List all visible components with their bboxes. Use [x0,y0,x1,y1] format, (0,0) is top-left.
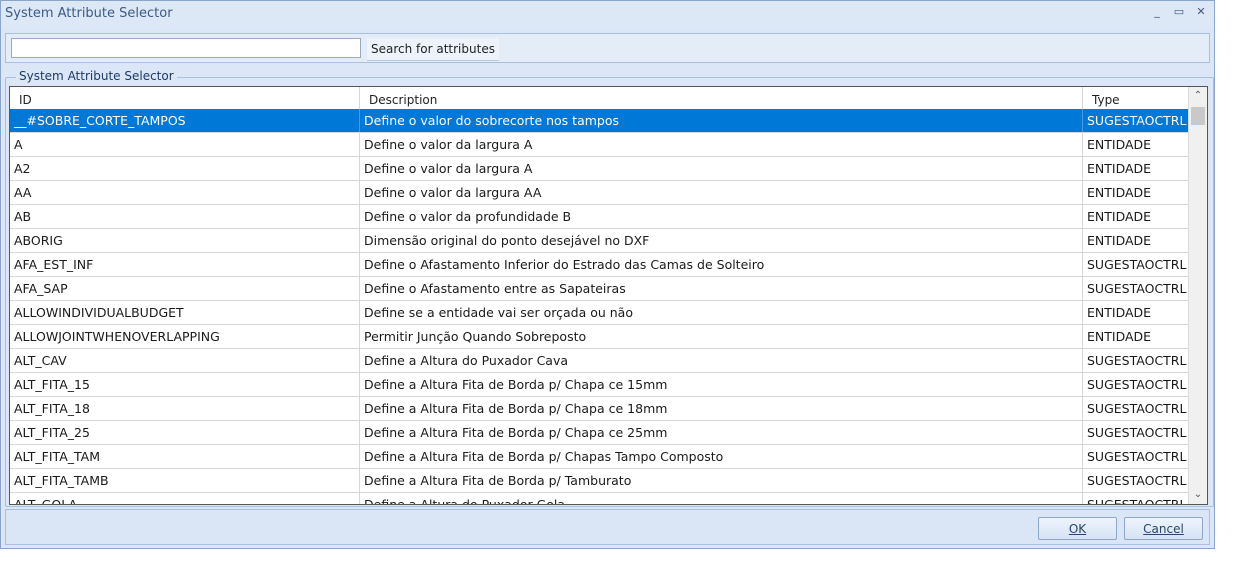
search-button[interactable]: Search for attributes [367,38,499,61]
scroll-up-icon[interactable]: ⌃ [1189,87,1207,105]
column-header-id[interactable]: ID [10,87,360,109]
table-row[interactable]: ALT_GOLA Define a Altura do Puxador Gola S… [10,493,1190,504]
vertical-scrollbar[interactable]: ⌃ ⌄ [1188,87,1207,504]
grid-rows: __#SOBRE_CORTE_TAMPOS Define o valor do s… [10,109,1190,504]
cell-id: ALLOWINDIVIDUALBUDGET [10,301,360,324]
cell-description: Dimensão original do ponto desejável no … [360,229,1083,252]
cell-id: AA [10,181,360,204]
restore-button[interactable]: ▭ [1172,4,1186,20]
close-button[interactable]: ✕ [1194,4,1208,20]
dialog-footer: OK Cancel [5,509,1210,545]
cell-description: Define o Afastamento Inferior do Estrado… [360,253,1083,276]
table-row[interactable]: ALLOWINDIVIDUALBUDGET Define se a entidad… [10,301,1190,325]
scroll-thumb[interactable] [1191,107,1205,125]
cell-description: Define a Altura do Puxador Gola [360,493,1083,504]
window-controls: _ ▭ ✕ [1150,4,1208,20]
cell-id: AFA_EST_INF [10,253,360,276]
cell-description: Define o valor da largura AA [360,181,1083,204]
table-row[interactable]: A2 Define o valor da largura A ENTIDADE [10,157,1190,181]
cell-type: SUGESTAOCTRL [1083,421,1190,444]
table-row[interactable]: ABORIG Dimensão original do ponto desejáv… [10,229,1190,253]
cell-type: ENTIDADE [1083,301,1190,324]
cell-id: ALLOWJOINTWHENOVERLAPPING [10,325,360,348]
cell-description: Define a Altura Fita de Borda p/ Chapas … [360,445,1083,468]
cell-description: Define a Altura Fita de Borda p/ Tambura… [360,469,1083,492]
table-row[interactable]: ALT_FITA_18 Define a Altura Fita de Borda… [10,397,1190,421]
cell-id: ALT_CAV [10,349,360,372]
cell-description: Define o valor do sobrecorte nos tampos [360,109,1083,132]
cell-id: ALT_FITA_TAM [10,445,360,468]
cell-description: Define se a entidade vai ser orçada ou n… [360,301,1083,324]
cell-type: SUGESTAOCTRL [1083,373,1190,396]
table-row[interactable]: AB Define o valor da profundidade B ENTIDA… [10,205,1190,229]
cell-description: Define o valor da largura A [360,133,1083,156]
table-row[interactable]: AFA_SAP Define o Afastamento entre as Sap… [10,277,1190,301]
cell-id: ALT_GOLA [10,493,360,504]
cell-type: ENTIDADE [1083,205,1190,228]
table-row[interactable]: ALT_FITA_25 Define a Altura Fita de Borda… [10,421,1190,445]
cell-id: AFA_SAP [10,277,360,300]
cancel-button[interactable]: Cancel [1124,517,1203,540]
cell-type: ENTIDADE [1083,157,1190,180]
cell-type: SUGESTAOCTRL [1083,397,1190,420]
cell-id: A2 [10,157,360,180]
cell-id: AB [10,205,360,228]
cell-type: ENTIDADE [1083,229,1190,252]
ok-button[interactable]: OK [1038,517,1117,540]
grid-header: ID Description Type [10,87,1190,110]
cell-type: SUGESTAOCTRL [1083,349,1190,372]
cell-type: SUGESTAOCTRL [1083,253,1190,276]
cell-id: ALT_FITA_TAMB [10,469,360,492]
column-header-description[interactable]: Description [360,87,1083,109]
cell-id: __#SOBRE_CORTE_TAMPOS [10,109,360,132]
table-row[interactable]: AA Define o valor da largura AA ENTIDADE [10,181,1190,205]
cell-type: SUGESTAOCTRL [1083,109,1190,132]
cell-id: ALT_FITA_25 [10,421,360,444]
cell-description: Define o Afastamento entre as Sapateiras [360,277,1083,300]
table-row[interactable]: A Define o valor da largura A ENTIDADE [10,133,1190,157]
cell-description: Define o valor da profundidade B [360,205,1083,228]
cell-type: SUGESTAOCTRL [1083,445,1190,468]
cell-type: ENTIDADE [1083,181,1190,204]
table-row[interactable]: ALT_FITA_TAMB Define a Altura Fita de Bor… [10,469,1190,493]
scroll-down-icon[interactable]: ⌄ [1189,486,1207,504]
cell-type: SUGESTAOCTRL [1083,493,1190,504]
table-row[interactable]: ALT_FITA_15 Define a Altura Fita de Borda… [10,373,1190,397]
title-bar: System Attribute Selector _ ▭ ✕ [1,1,1214,27]
cell-id: A [10,133,360,156]
cell-id: ALT_FITA_18 [10,397,360,420]
table-row[interactable]: ALT_FITA_TAM Define a Altura Fita de Bord… [10,445,1190,469]
cell-type: ENTIDADE [1083,133,1190,156]
cell-description: Define a Altura Fita de Borda p/ Chapa c… [360,397,1083,420]
cell-description: Define a Altura Fita de Borda p/ Chapa c… [360,421,1083,444]
table-row[interactable]: ALLOWJOINTWHENOVERLAPPING Permitir Junção… [10,325,1190,349]
search-bar: Search for attributes [5,33,1210,63]
attribute-grid: ID Description Type __#SOBRE_CORTE_TAMPO… [9,86,1208,505]
minimize-button[interactable]: _ [1150,4,1164,20]
cell-description: Define a Altura do Puxador Cava [360,349,1083,372]
cell-description: Permitir Junção Quando Sobreposto [360,325,1083,348]
cell-description: Define o valor da largura A [360,157,1083,180]
cell-description: Define a Altura Fita de Borda p/ Chapa c… [360,373,1083,396]
search-input[interactable] [11,38,361,58]
table-row[interactable]: AFA_EST_INF Define o Afastamento Inferior… [10,253,1190,277]
table-row[interactable]: __#SOBRE_CORTE_TAMPOS Define o valor do s… [10,109,1190,133]
column-header-type[interactable]: Type [1083,87,1190,109]
table-row[interactable]: ALT_CAV Define a Altura do Puxador Cava SU… [10,349,1190,373]
cell-type: ENTIDADE [1083,325,1190,348]
cell-id: ALT_FITA_15 [10,373,360,396]
cell-type: SUGESTAOCTRL [1083,277,1190,300]
window-title: System Attribute Selector [5,6,173,21]
cell-type: SUGESTAOCTRL [1083,469,1190,492]
cell-id: ABORIG [10,229,360,252]
dialog-window: System Attribute Selector _ ▭ ✕ Search f… [0,0,1215,549]
attribute-group: System Attribute Selector ID Description… [5,69,1214,507]
group-label: System Attribute Selector [16,69,177,83]
